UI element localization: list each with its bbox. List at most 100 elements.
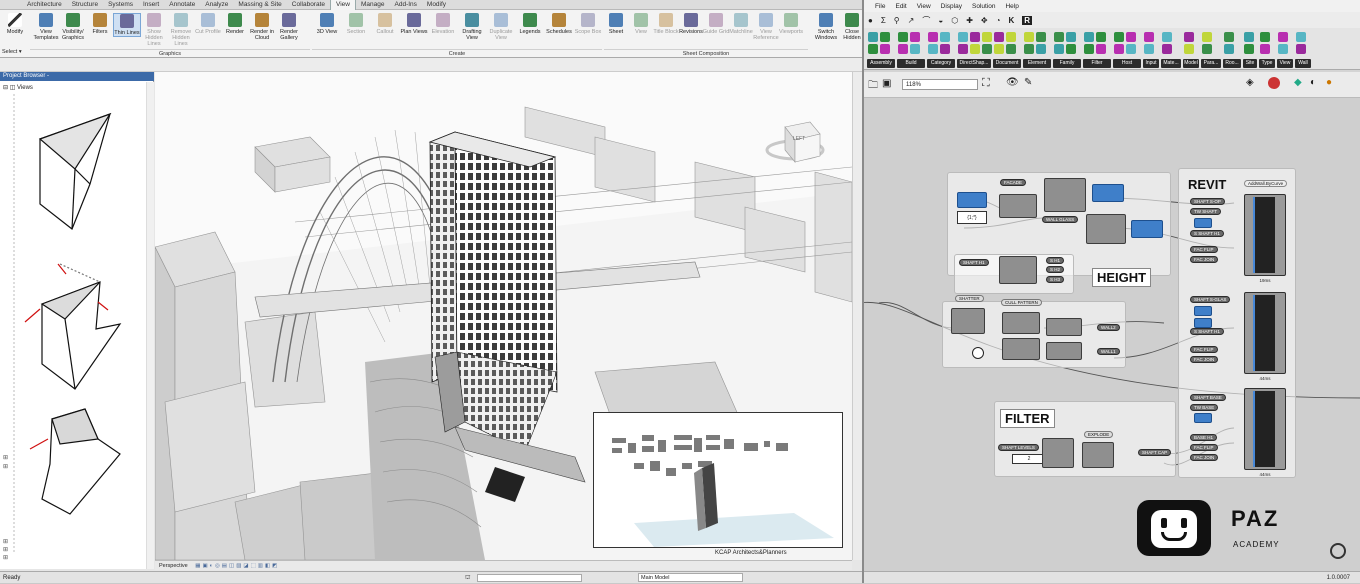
- kangaroo-icon[interactable]: K: [1008, 16, 1014, 25]
- gh-component-icon[interactable]: [1296, 44, 1306, 54]
- curve-icon[interactable]: ⌒: [922, 15, 930, 26]
- tab-analyze[interactable]: Analyze: [200, 0, 233, 10]
- fac-flip-param[interactable]: FAC FLIP: [1190, 246, 1218, 253]
- gh-component-icon[interactable]: [1096, 32, 1106, 42]
- gh-component-icon[interactable]: [1054, 32, 1064, 42]
- gh-component-icon[interactable]: [970, 44, 980, 54]
- rhino-inside-icon[interactable]: R: [1022, 15, 1032, 25]
- maths-icon[interactable]: Σ: [881, 16, 886, 25]
- preview-mode-icon[interactable]: ◆: [1294, 77, 1302, 88]
- tw-shaft-param[interactable]: TW SHAFT: [1190, 208, 1221, 215]
- render-gallery-button[interactable]: Render Gallery: [275, 13, 303, 41]
- gh-component-icon[interactable]: [1006, 32, 1016, 42]
- gh-tab-assembly[interactable]: Assembly: [867, 59, 895, 68]
- fac-join3-param[interactable]: FAC JOIN: [1190, 454, 1219, 461]
- s-shaft-h1b-param[interactable]: S SHAFT H1: [1190, 328, 1224, 335]
- shaft-sglas-param[interactable]: SHAFT S-GLAS: [1190, 296, 1231, 303]
- gh-tab-family[interactable]: Family: [1053, 59, 1081, 68]
- preview-eye-icon[interactable]: 👁: [1006, 77, 1019, 88]
- view-control-icons[interactable]: ▦▣◐◎▤◫▨◪⬚▥◧◩: [195, 563, 279, 569]
- solution-icon[interactable]: [1268, 77, 1280, 89]
- params-icon[interactable]: ●: [868, 16, 873, 25]
- tab-systems[interactable]: Systems: [103, 0, 138, 10]
- merge-component[interactable]: [1044, 178, 1086, 212]
- gh-component-icon[interactable]: [1278, 32, 1288, 42]
- cull-pattern-2[interactable]: [1002, 338, 1040, 360]
- vector-icon[interactable]: ↗: [908, 16, 915, 25]
- menu-display[interactable]: Display: [936, 3, 967, 10]
- tree-collapsed-nodes[interactable]: ⊞ ⊞: [3, 454, 8, 472]
- gh-component-icon[interactable]: [1126, 32, 1136, 42]
- callout-button[interactable]: Callout: [371, 13, 399, 35]
- gh-component-icon[interactable]: [970, 32, 980, 42]
- view-reference-button[interactable]: View Reference: [752, 13, 780, 41]
- tab-massing-site[interactable]: Massing & Site: [233, 0, 286, 10]
- guide-grid-button[interactable]: Guide Grid: [702, 13, 730, 35]
- gh-tab-host[interactable]: Host: [1113, 59, 1141, 68]
- mesh-icon[interactable]: ⬡: [951, 16, 958, 25]
- gh-component-icon[interactable]: [928, 44, 938, 54]
- workset-dropdown[interactable]: [477, 574, 582, 582]
- workset-icon[interactable]: ⛫: [465, 572, 471, 584]
- gh-component-icon[interactable]: [928, 32, 938, 42]
- tab-architecture[interactable]: Architecture: [22, 0, 67, 10]
- gh-component-icon[interactable]: [958, 44, 968, 54]
- gh-component-icon[interactable]: [1184, 44, 1194, 54]
- gh-component-icon[interactable]: [880, 44, 890, 54]
- gh-component-icon[interactable]: [1024, 32, 1034, 42]
- drafting-view-button[interactable]: Drafting View: [458, 13, 486, 41]
- tab-add-ins[interactable]: Add-Ins: [390, 0, 422, 10]
- gh-component-icon[interactable]: [1126, 44, 1136, 54]
- gh-component-icon[interactable]: [910, 44, 920, 54]
- 3d-view-button[interactable]: 3D View: [313, 13, 341, 35]
- viewcube[interactable]: [765, 121, 825, 163]
- cut-profile-button[interactable]: Cut Profile: [194, 13, 222, 35]
- gh-component-icon[interactable]: [982, 44, 992, 54]
- shatter-component[interactable]: [951, 308, 985, 334]
- tree-node-views[interactable]: ⊟ ◫ Views: [3, 84, 33, 91]
- tab-collaborate[interactable]: Collaborate: [287, 0, 330, 10]
- intersect-icon[interactable]: ✚: [966, 16, 973, 25]
- gh-tab-para[interactable]: Para...: [1201, 59, 1221, 68]
- add-wall-component-1[interactable]: 19ms: [1244, 194, 1286, 283]
- gh-component-icon[interactable]: [1096, 44, 1106, 54]
- list-panel[interactable]: {1;*}: [957, 211, 987, 224]
- gh-component-icon[interactable]: [898, 32, 908, 42]
- gh-component-icon[interactable]: [1162, 32, 1172, 42]
- matchline-button[interactable]: Matchline: [727, 13, 755, 35]
- toggle-param[interactable]: [972, 347, 984, 359]
- wall-component-1[interactable]: [1046, 318, 1082, 336]
- gh-tab-site[interactable]: Site: [1243, 59, 1257, 68]
- gh-component-icon[interactable]: [1144, 44, 1154, 54]
- fac-join-param[interactable]: FAC JOIN: [1190, 256, 1219, 263]
- view-templates-button[interactable]: View Templates: [32, 13, 60, 41]
- gh-component-icon[interactable]: [1066, 32, 1076, 42]
- wall-component-2[interactable]: [1046, 342, 1082, 360]
- gh-component-icon[interactable]: [1114, 32, 1124, 42]
- brep-param-selected[interactable]: [957, 192, 987, 208]
- gh-component-icon[interactable]: [1084, 44, 1094, 54]
- add-wall-component-2[interactable]: 44ms: [1244, 292, 1286, 381]
- surface-icon[interactable]: ◒: [938, 16, 943, 25]
- gh-component-icon[interactable]: [1244, 32, 1254, 42]
- gh-component-icon[interactable]: [868, 32, 878, 42]
- level-param-2[interactable]: [1194, 318, 1212, 328]
- gh-component-icon[interactable]: [1260, 32, 1270, 42]
- shaft-base-param[interactable]: SHAFT BASE: [1190, 394, 1226, 401]
- fac-flip3-param[interactable]: FAC FLIP: [1190, 444, 1218, 451]
- menu-solution[interactable]: Solution: [967, 3, 1001, 10]
- sh1-param[interactable]: S H1: [1046, 257, 1065, 264]
- gh-component-icon[interactable]: [1006, 44, 1016, 54]
- transform-icon[interactable]: ✥: [981, 16, 988, 25]
- canvas-compass-icon[interactable]: [1330, 543, 1346, 559]
- gh-component-icon[interactable]: [994, 44, 1004, 54]
- gh-tab-mate[interactable]: Mate...: [1161, 59, 1181, 68]
- thin-lines-button[interactable]: Thin Lines: [113, 13, 141, 37]
- gh-tab-build[interactable]: Build: [897, 59, 925, 68]
- tab-manage[interactable]: Manage: [356, 0, 390, 10]
- facade-param[interactable]: FACADE: [1000, 179, 1027, 186]
- shaft-h1-param[interactable]: SHAFT H1: [959, 259, 989, 266]
- gh-tab-view[interactable]: View: [1277, 59, 1293, 68]
- tab-modify[interactable]: Modify: [422, 0, 451, 10]
- tw-base-param[interactable]: TW BASE: [1190, 404, 1219, 411]
